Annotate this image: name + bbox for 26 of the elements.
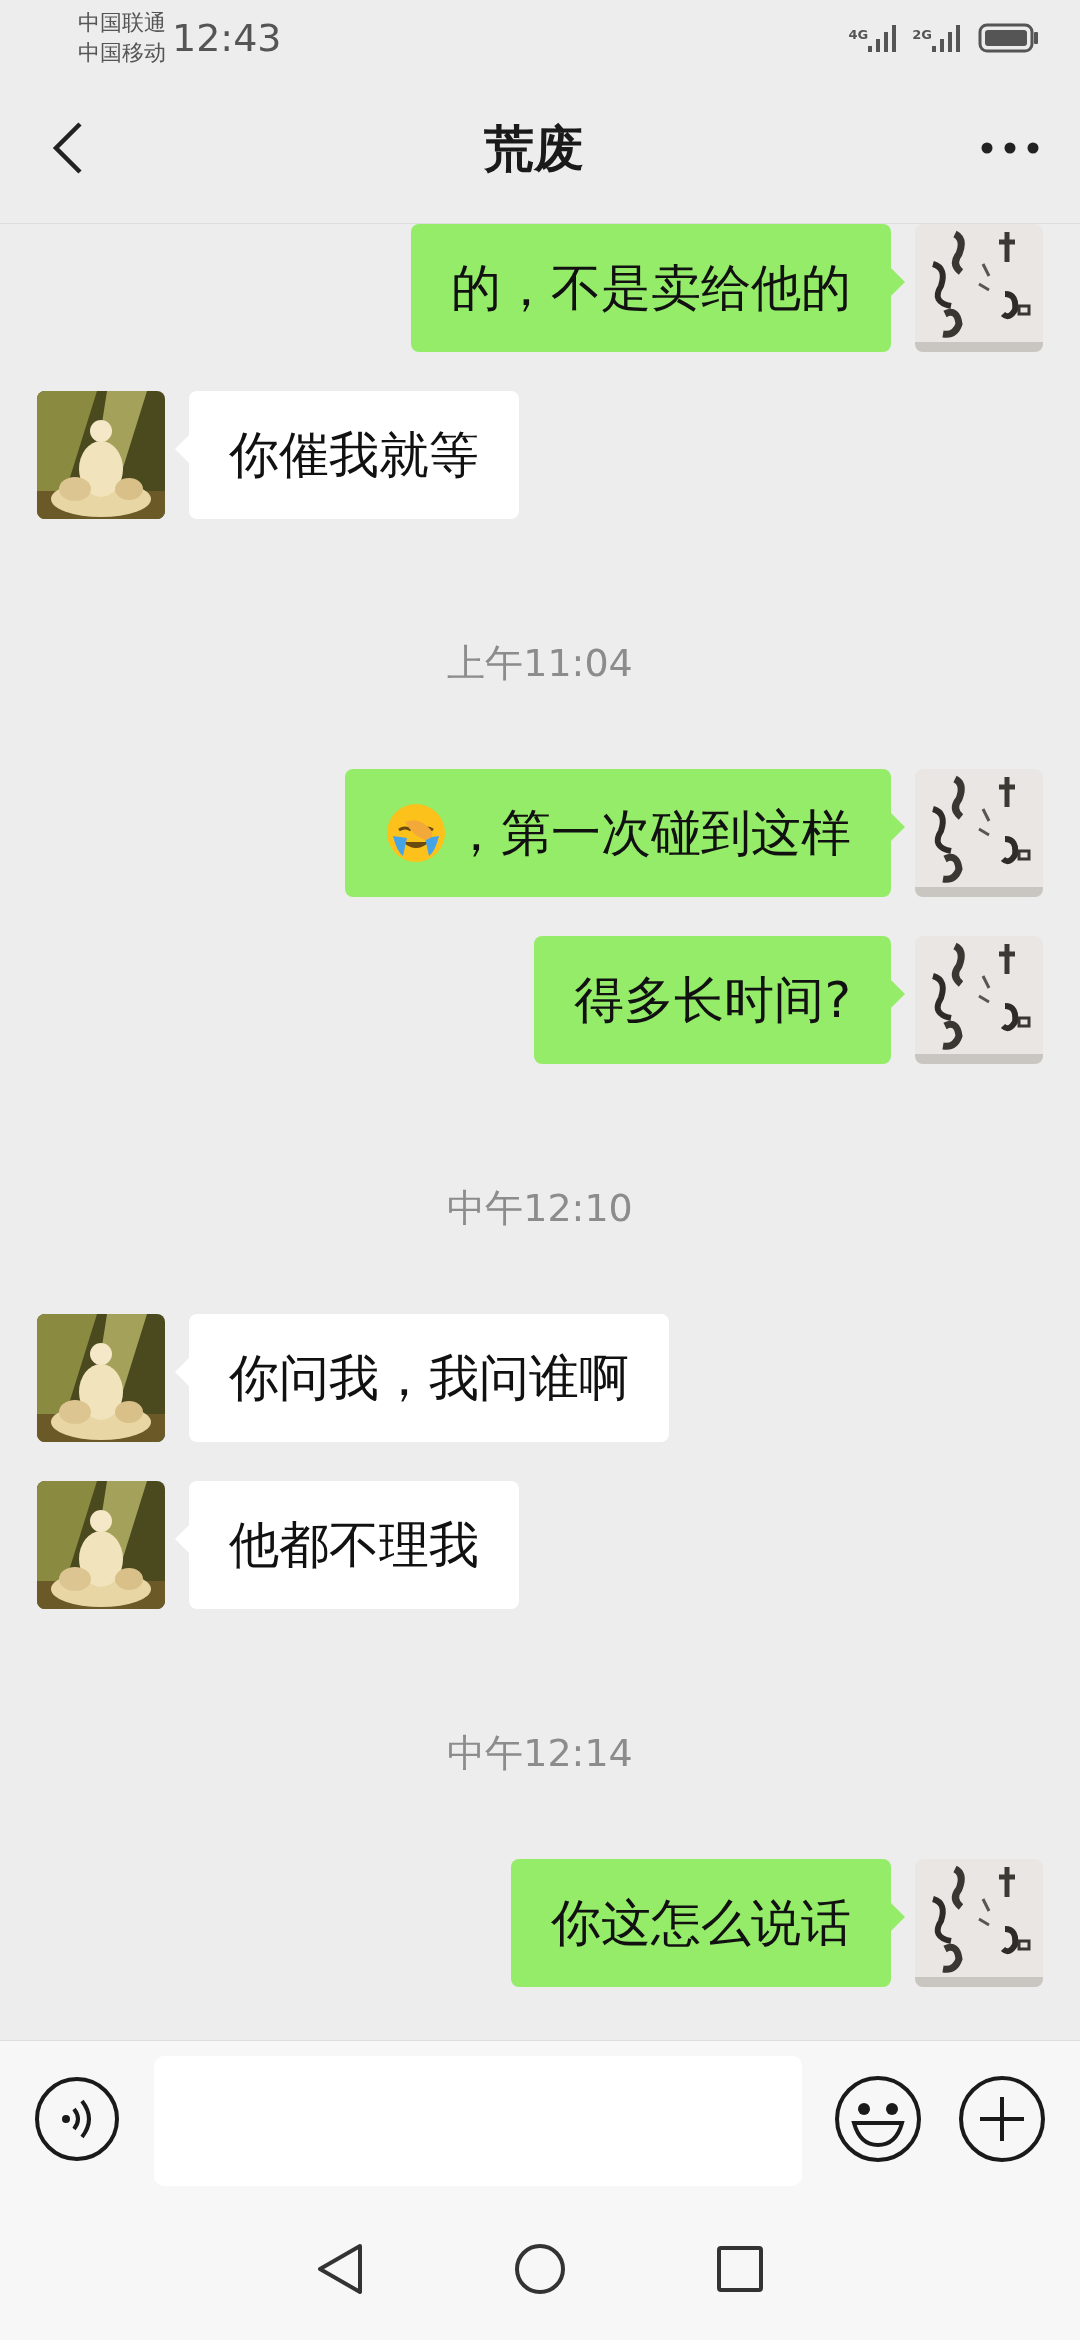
message-bubble[interactable]: 的，不是卖给他的 — [411, 224, 891, 352]
network-type: 2G — [912, 27, 932, 42]
message-bubble[interactable]: 你问我，我问谁啊 — [189, 1314, 669, 1442]
chat-title: 荒废 — [483, 118, 585, 180]
message-time: 中午12:14 — [447, 1730, 633, 1777]
signal-icon — [868, 23, 899, 52]
carrier-name: 中国移动 — [78, 38, 166, 67]
clock-time: 12:43 — [172, 15, 282, 60]
message-bubble[interactable]: 得多长时间? — [534, 936, 891, 1064]
battery-icon — [978, 22, 1040, 53]
message-bubble[interactable]: ，第一次碰到这样 — [345, 769, 891, 897]
message-text: 你问我，我问谁啊 — [229, 1348, 629, 1409]
carrier-name: 中国联通 — [78, 8, 166, 37]
message-text: 得多长时间? — [574, 970, 851, 1031]
message-time: 中午12:10 — [447, 1185, 633, 1232]
message-text: 你催我就等 — [229, 425, 479, 486]
message-text: ，第一次碰到这样 — [451, 803, 851, 864]
message-bubble[interactable]: 你这怎么说话 — [511, 1859, 891, 1987]
message-text: 的，不是卖给他的 — [451, 258, 851, 319]
message-bubble[interactable]: 你催我就等 — [189, 391, 519, 519]
message-bubble[interactable]: 他都不理我 — [189, 1481, 519, 1609]
signal-icon — [932, 23, 962, 52]
message-text: 你这怎么说话 — [551, 1893, 851, 1954]
message-text: 他都不理我 — [229, 1515, 479, 1576]
network-type: 4G — [848, 27, 869, 42]
message-time: 上午11:04 — [447, 640, 633, 687]
